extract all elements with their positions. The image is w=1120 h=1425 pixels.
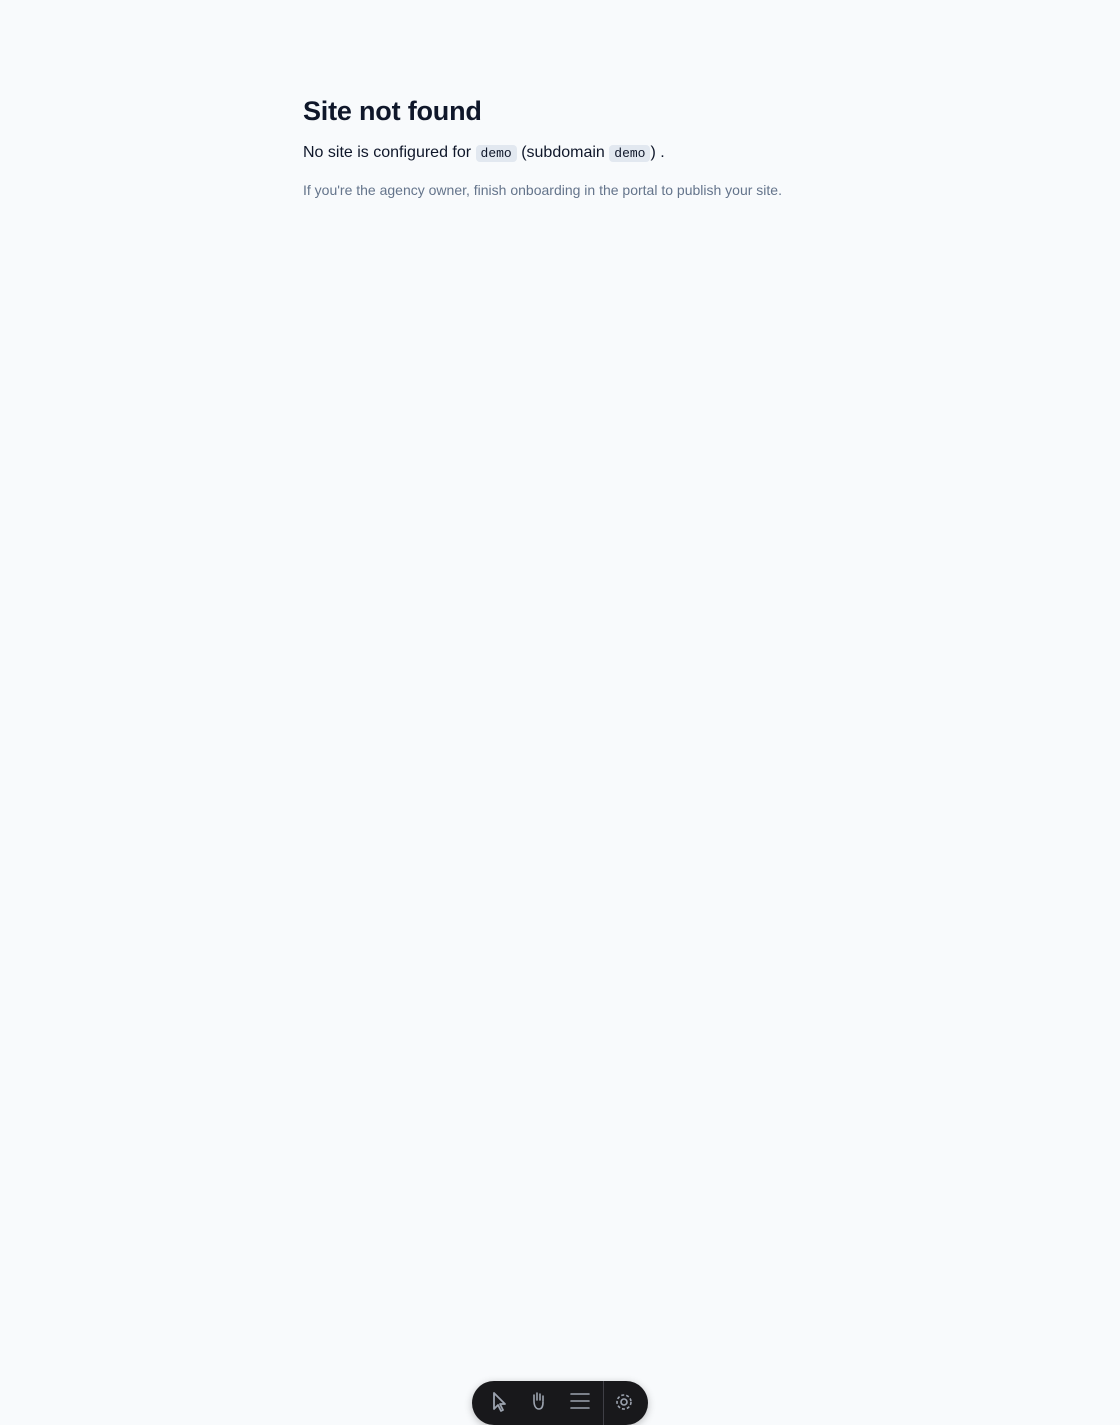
- host-code: demo: [475, 145, 517, 162]
- message-prefix: No site is configured for: [303, 144, 472, 161]
- cursor-icon[interactable]: [486, 1389, 510, 1413]
- not-found-panel: Site not found No site is configured for…: [303, 92, 863, 200]
- floating-toolbar: [472, 1381, 648, 1425]
- hand-icon[interactable]: [526, 1389, 550, 1413]
- gear-icon-graphic: [616, 1394, 632, 1410]
- menu-icon[interactable]: [568, 1389, 592, 1413]
- toolbar-divider: [603, 1381, 604, 1425]
- cursor-icon-graphic: [493, 1392, 506, 1412]
- owner-hint: If you're the agency owner, finish onboa…: [303, 182, 782, 198]
- hand-icon-graphic: [533, 1392, 544, 1410]
- page-title: Site not found: [303, 96, 482, 126]
- message-middle: (subdomain: [521, 144, 605, 161]
- subdomain-code: demo: [609, 145, 651, 162]
- error-message: No site is configured for demo (subdomai…: [303, 141, 863, 166]
- menu-icon-graphic: [570, 1393, 590, 1409]
- message-suffix: ) .: [650, 144, 665, 161]
- gear-icon[interactable]: [612, 1389, 636, 1413]
